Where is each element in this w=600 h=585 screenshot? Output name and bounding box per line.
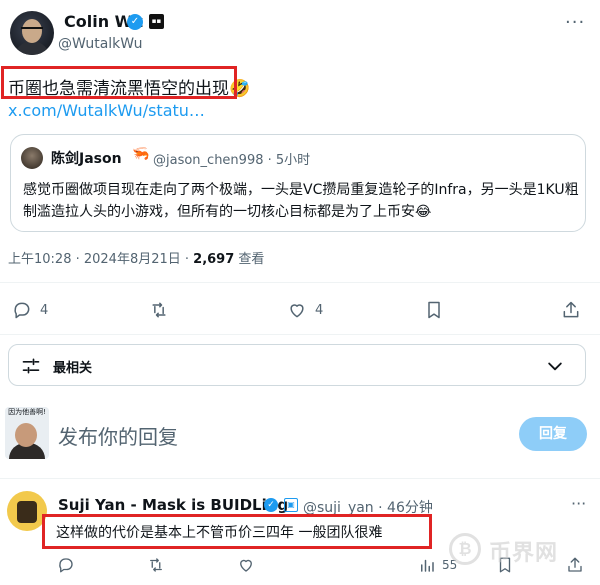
- tweet-link[interactable]: x.com/WutalkWu/statu…: [8, 101, 205, 120]
- sliders-icon: [22, 358, 40, 374]
- reply-highlight-box: [42, 514, 432, 549]
- repost-icon: [152, 302, 166, 318]
- highlight-box: [1, 66, 237, 99]
- divider: [0, 282, 600, 283]
- reply-more-options-icon[interactable]: ···: [571, 494, 586, 513]
- reply-repost-action[interactable]: [147, 555, 165, 575]
- repost-icon: [150, 558, 162, 572]
- reply-icon: [14, 302, 30, 319]
- avatar-glasses: [21, 27, 43, 32]
- divider: [0, 334, 600, 335]
- views-count: 2,697: [193, 252, 235, 267]
- reply-button[interactable]: 回复: [519, 417, 587, 451]
- reply-action[interactable]: 4: [12, 299, 48, 321]
- divider: [0, 478, 600, 479]
- reply-verified-badge-icon: ✓: [264, 498, 278, 512]
- reply-avatar-figure: [17, 501, 37, 523]
- author-avatar[interactable]: [10, 11, 54, 55]
- watermark-logo-icon: ₿: [449, 533, 481, 565]
- repost-action[interactable]: [149, 299, 169, 321]
- sort-replies-dropdown[interactable]: 最相关: [8, 344, 586, 386]
- affiliate-badge-icon[interactable]: ▪▪: [149, 14, 164, 29]
- quoted-author-name[interactable]: 陈剑Jason: [51, 148, 122, 168]
- analytics-icon: [421, 559, 434, 572]
- bookmark-icon: [428, 301, 440, 319]
- verified-badge-icon: ✓: [127, 14, 143, 30]
- like-count: 4: [315, 302, 324, 318]
- quoted-avatar[interactable]: [21, 147, 43, 169]
- timestamp[interactable]: 上午10:28 · 2024年8月21日 ·: [8, 252, 193, 267]
- reply-author-name[interactable]: Suji Yan - Mask is BUIDLing: [58, 496, 288, 514]
- share-icon: [563, 301, 579, 318]
- reply-input[interactable]: 发布你的回复: [58, 421, 178, 450]
- reply-reply-action[interactable]: [57, 555, 75, 575]
- heart-icon: [240, 559, 252, 572]
- reply-count: 4: [40, 302, 49, 318]
- more-options-icon[interactable]: ···: [565, 12, 585, 33]
- compose-avatar-head: [15, 423, 37, 447]
- sort-label: 最相关: [53, 361, 93, 376]
- share-action[interactable]: [561, 299, 581, 321]
- quoted-author-handle[interactable]: @jason_chen998 · 5小时: [153, 149, 310, 168]
- chevron-down-icon: [548, 362, 562, 371]
- quoted-text: 感觉币圈做项目现在走向了两个极端，一头是VC攒局重复造轮子的Infra，另一头是…: [23, 182, 579, 220]
- compose-avatar-caption: 因为他善啊!: [8, 408, 46, 416]
- reply-affiliate-badge-icon[interactable]: ▣: [284, 498, 298, 512]
- bookmark-action[interactable]: [424, 299, 444, 321]
- reply-icon: [59, 558, 73, 573]
- heart-icon: [290, 304, 304, 318]
- views-label: 查看: [234, 252, 265, 267]
- avatar-shoulders: [14, 41, 50, 55]
- reply-author-avatar[interactable]: [7, 491, 47, 531]
- watermark: ₿ 币界网: [449, 529, 589, 569]
- watermark-text: 币界网: [489, 541, 559, 566]
- quoted-badge-icon: 🦐: [132, 146, 150, 162]
- quoted-tweet[interactable]: 陈剑Jason 🦐 @jason_chen998 · 5小时 感觉币圈做项目现在…: [10, 134, 586, 232]
- compose-avatar: 因为他善啊!: [5, 407, 49, 459]
- tweet-meta: 上午10:28 · 2024年8月21日 · 2,697 查看: [8, 248, 264, 267]
- author-handle[interactable]: @WutalkWu: [58, 36, 143, 52]
- reply-like-action[interactable]: [237, 555, 255, 575]
- like-action[interactable]: 4: [287, 299, 323, 321]
